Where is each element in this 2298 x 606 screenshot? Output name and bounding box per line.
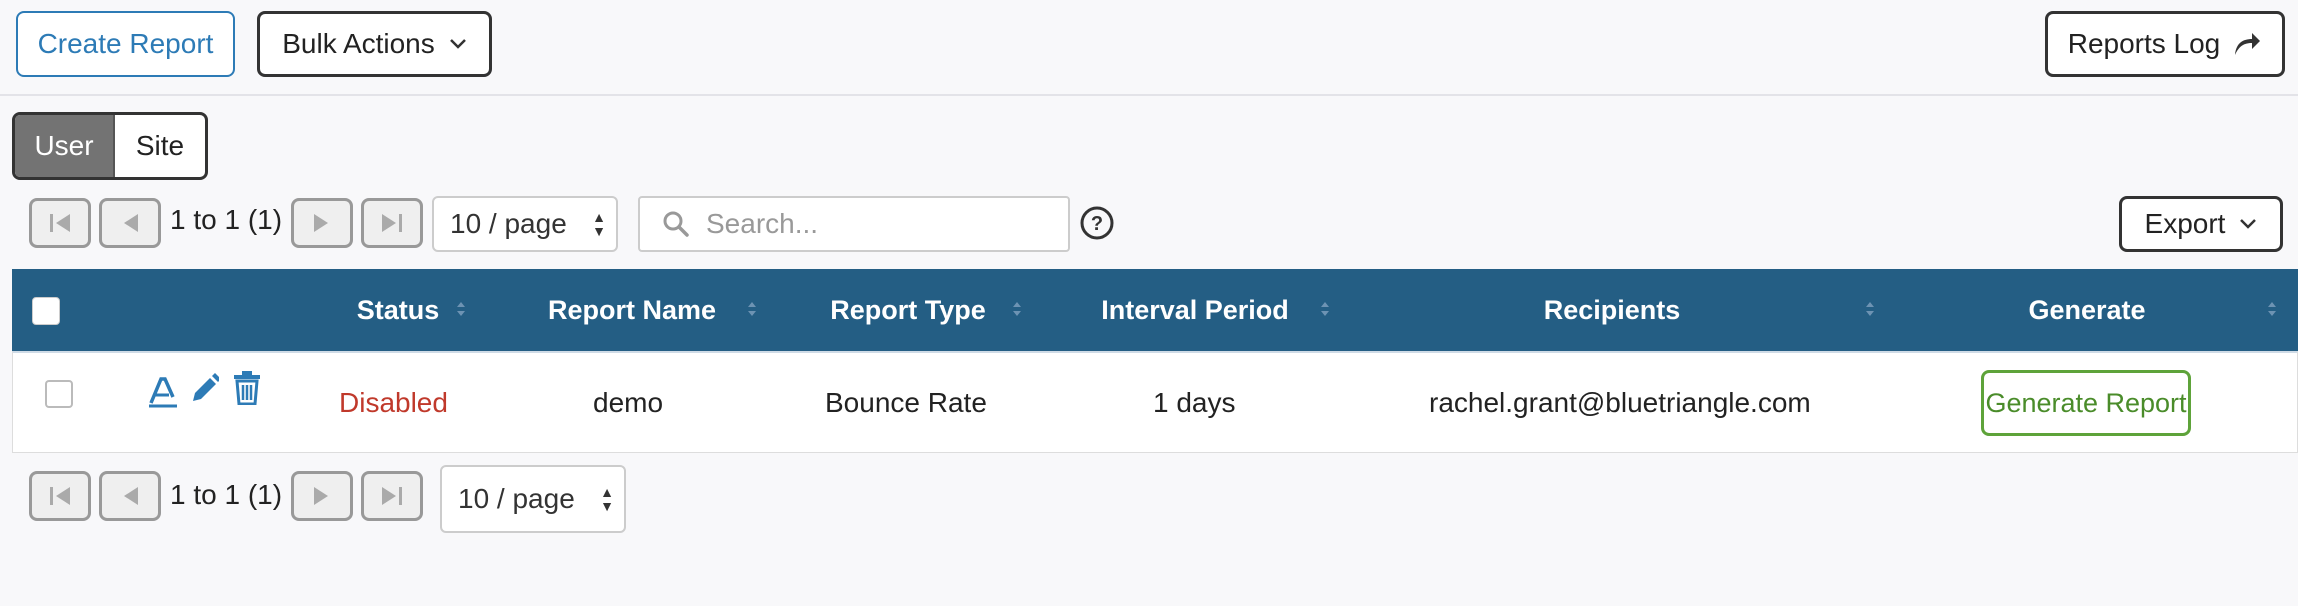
last-page-button[interactable] [361,471,423,521]
first-page-button[interactable] [29,198,91,248]
next-page-icon [314,214,328,232]
page-size-value: 10 / page [450,208,567,239]
generate-report-button[interactable]: Generate Report [1981,370,2191,436]
interval-period-cell: 1 days [1153,387,1236,418]
page-size-value: 10 / page [458,483,575,514]
export-dropdown[interactable]: Export [2119,196,2283,252]
scope-site-option[interactable]: Site [115,115,205,177]
pager-range-text: 1 to 1 (1) [170,479,283,510]
sort-icon[interactable] [1012,299,1022,319]
row-checkbox[interactable] [45,380,73,408]
column-header-generate[interactable]: Generate [1992,269,2182,351]
reports-log-button[interactable]: Reports Log [2045,11,2285,77]
scope-toggle: User Site [12,112,208,180]
search-box [638,196,1070,252]
next-page-button[interactable] [291,471,353,521]
bulk-actions-label: Bulk Actions [282,28,435,59]
bulk-actions-dropdown[interactable]: Bulk Actions [257,11,492,77]
table-row: Disabled demo Bounce Rate 1 days rachel.… [12,351,2298,453]
edit-style-icon[interactable] [147,375,179,409]
last-page-icon [382,214,402,232]
recipients-cell: rachel.grant@bluetriangle.com [1429,387,1811,418]
search-input[interactable] [706,208,1046,240]
column-header-interval-period[interactable]: Interval Period [1080,269,1310,351]
column-header-report-name[interactable]: Report Name [524,269,740,351]
first-page-button[interactable] [29,471,91,521]
chevron-down-icon [449,39,466,49]
prev-page-button[interactable] [99,471,161,521]
column-header-report-type[interactable]: Report Type [802,269,1014,351]
page-size-select[interactable]: 10 / page ▲ ▼ [440,465,626,533]
last-page-icon [382,487,402,505]
create-report-button[interactable]: Create Report [16,11,235,77]
pager-range-text: 1 to 1 (1) [170,204,283,235]
toolbar-divider [0,94,2298,96]
prev-page-icon [124,487,138,505]
sort-icon[interactable] [1320,299,1330,319]
status-badge: Disabled [339,387,448,418]
create-report-label: Create Report [37,28,214,59]
sort-icon[interactable] [747,299,757,319]
search-icon [663,211,689,237]
scope-user-option[interactable]: User [15,115,115,177]
trash-icon[interactable] [233,371,261,405]
chevron-down-icon [2240,219,2257,229]
last-page-button[interactable] [361,198,423,248]
sort-icon[interactable] [2267,299,2277,319]
help-icon[interactable]: ? [1080,206,1114,240]
select-all-checkbox[interactable] [32,297,60,325]
report-name-cell: demo [593,387,664,418]
sort-icon[interactable] [456,299,466,319]
first-page-icon [50,487,70,505]
select-arrows-icon: ▲ ▼ [592,209,606,239]
export-label: Export [2144,208,2226,239]
column-header-recipients[interactable]: Recipients [1512,269,1712,351]
pencil-icon[interactable] [189,373,219,405]
svg-text:?: ? [1091,213,1103,235]
report-type-cell: Bounce Rate [825,387,987,418]
select-arrows-icon: ▲ ▼ [600,484,614,514]
reports-log-label: Reports Log [2067,28,2221,59]
first-page-icon [50,214,70,232]
prev-page-icon [124,214,138,232]
next-page-icon [314,487,328,505]
table-header: Status Report Name Report Type Interval … [12,269,2298,351]
sort-icon[interactable] [1865,299,1875,319]
prev-page-button[interactable] [99,198,161,248]
column-header-status[interactable]: Status [328,269,468,351]
share-arrow-icon [2235,33,2261,55]
next-page-button[interactable] [291,198,353,248]
page-size-select[interactable]: 10 / page ▲ ▼ [432,196,618,252]
